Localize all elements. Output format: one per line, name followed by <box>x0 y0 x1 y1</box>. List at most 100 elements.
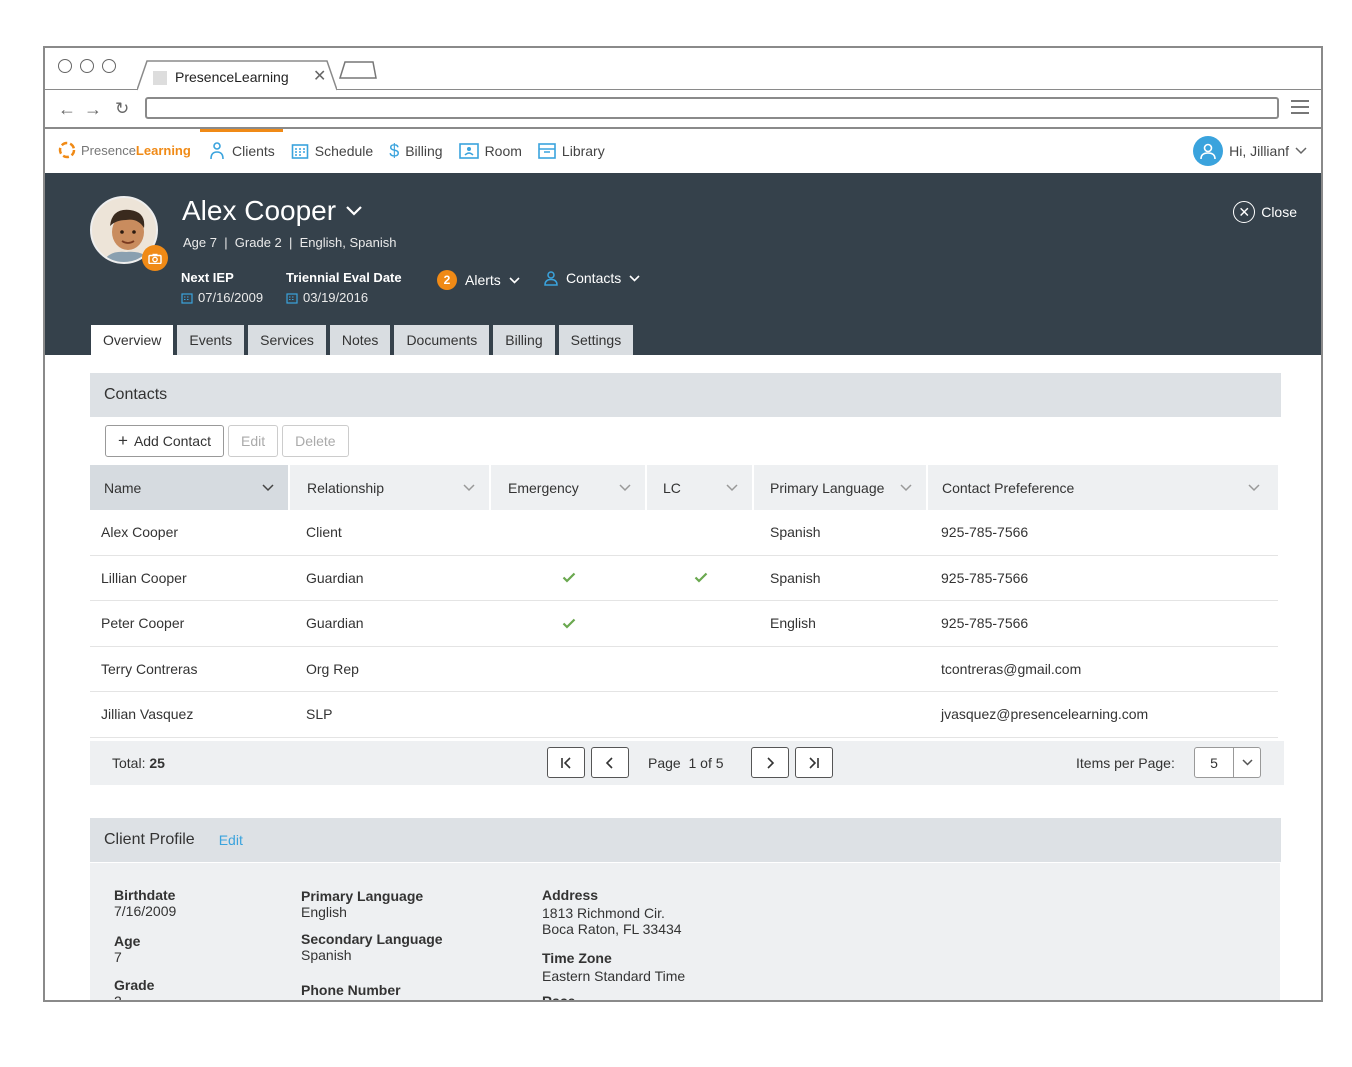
tab-billing[interactable]: Billing <box>493 325 555 355</box>
total-value: 25 <box>149 755 165 771</box>
tab-overview[interactable]: Overview <box>91 325 174 355</box>
chevron-down-icon <box>1295 147 1307 155</box>
presencelearning-logo[interactable]: Presence Learning <box>57 140 191 160</box>
nav-clients-label: Clients <box>232 143 275 159</box>
table-row[interactable]: Jillian Vasquez SLP jvasquez@presencelearn… <box>90 692 1278 738</box>
triennial-eval-field: Triennial Eval Date 03/19/2016 <box>286 270 402 305</box>
client-name: Alex Cooper <box>182 195 337 226</box>
cell-relationship: Guardian <box>306 615 364 632</box>
avatar <box>1193 136 1224 166</box>
cell-name: Alex Cooper <box>101 524 179 541</box>
window-maximize-dot[interactable] <box>102 59 116 73</box>
app-navbar: Presence Learning Clients Schedule $ Bill… <box>45 129 1321 173</box>
edit-profile-link[interactable]: Edit <box>219 832 243 848</box>
alerts-dropdown[interactable]: 2 Alerts <box>437 270 520 290</box>
reload-icon[interactable]: ↻ <box>115 99 129 119</box>
chevron-left-icon <box>605 756 613 769</box>
browser-menu-icon[interactable] <box>1291 100 1309 118</box>
logo-text-presence: Presence <box>81 142 136 158</box>
table-row[interactable]: Terry Contreras Org Rep tcontreras@gmail.c… <box>90 647 1278 692</box>
col-lc[interactable]: LC <box>647 465 752 510</box>
logo-text-learning: Learning <box>135 142 191 158</box>
add-contact-button[interactable]: + Add Contact <box>105 425 224 457</box>
table-row[interactable]: Lillian Cooper Guardian Spanish 925-785-756… <box>90 556 1278 601</box>
col-relationship-label: Relationship <box>307 479 385 496</box>
next-page-button[interactable] <box>751 747 789 778</box>
tab-documents[interactable]: Documents <box>394 325 490 355</box>
total-count: Total: 25 <box>112 755 165 771</box>
camera-icon <box>148 253 162 264</box>
nav-clients[interactable]: Clients <box>200 129 283 173</box>
cell-contact-preference: tcontreras@gmail.com <box>941 660 1082 677</box>
chevron-down-icon <box>619 483 631 491</box>
tab-events[interactable]: Events <box>177 325 245 355</box>
url-input[interactable] <box>145 97 1279 119</box>
grade-field: Grade 2 <box>114 977 155 1000</box>
col-lc-label: LC <box>663 479 681 496</box>
close-icon: ✕ <box>1233 201 1256 223</box>
person-icon <box>544 271 558 286</box>
page-indicator: Page 1 of 5 <box>648 755 724 771</box>
timezone-value: Eastern Standard Time <box>542 968 686 984</box>
cell-contact-preference: jvasquez@presencelearning.com <box>941 706 1149 723</box>
race-field: Race <box>542 993 575 1000</box>
client-profile-title: Client Profile <box>104 831 195 848</box>
tab-notes[interactable]: Notes <box>329 325 391 355</box>
cell-contact-preference: 925-785-7566 <box>941 615 1029 632</box>
close-tab-icon[interactable]: ✕ <box>313 66 326 86</box>
change-photo-button[interactable] <box>142 245 168 271</box>
calendar-icon <box>291 144 309 159</box>
first-page-button[interactable] <box>547 747 585 778</box>
last-page-icon <box>809 756 819 769</box>
back-icon[interactable]: ← <box>58 99 76 120</box>
nav-room[interactable]: Room <box>451 129 530 173</box>
prev-page-button[interactable] <box>591 747 629 778</box>
cell-name: Peter Cooper <box>101 615 185 632</box>
cell-primary-language: Spanish <box>770 524 821 541</box>
forward-icon[interactable]: → <box>84 99 102 120</box>
chevron-down-icon <box>1248 483 1260 491</box>
favicon-icon <box>153 71 167 85</box>
client-name-dropdown[interactable]: Alex Cooper <box>182 195 362 227</box>
col-relationship[interactable]: Relationship <box>290 465 489 510</box>
primary-language-label: Primary Language <box>301 888 424 904</box>
browser-address-bar: ← → ↻ <box>45 91 1321 129</box>
new-tab-icon[interactable] <box>339 60 377 80</box>
profile-tabs: Overview Events Services Notes Documents… <box>91 325 637 355</box>
contacts-dropdown[interactable]: Contacts <box>543 270 640 286</box>
user-menu[interactable]: Hi, Jillianf <box>1193 136 1307 166</box>
table-row[interactable]: Alex Cooper Client Spanish 925-785-7566 <box>90 510 1278 556</box>
items-per-page-select[interactable]: 5 <box>1194 747 1261 778</box>
last-page-button[interactable] <box>795 747 833 778</box>
address-line2: Boca Raton, FL 33434 <box>542 921 682 937</box>
chevron-down-icon <box>629 274 640 282</box>
nav-schedule[interactable]: Schedule <box>283 129 381 173</box>
nav-schedule-label: Schedule <box>314 143 374 159</box>
delete-contact-button[interactable]: Delete <box>282 425 349 457</box>
edit-contact-button[interactable]: Edit <box>228 425 279 457</box>
nav-library[interactable]: Library <box>530 129 613 173</box>
next-iep-label: Next IEP <box>181 270 234 285</box>
phone-number-label: Phone Number <box>301 982 401 998</box>
chevron-down-icon <box>463 483 475 491</box>
browser-tab[interactable]: PresenceLearning ✕ <box>137 60 337 91</box>
grade-label: Grade <box>114 977 155 993</box>
window-minimize-dot[interactable] <box>80 59 94 73</box>
tab-services[interactable]: Services <box>248 325 326 355</box>
close-button[interactable]: ✕ Close <box>1233 201 1297 223</box>
logo-icon <box>58 141 76 159</box>
cell-relationship: SLP <box>306 706 333 723</box>
nav-billing[interactable]: $ Billing <box>381 129 450 173</box>
col-name[interactable]: Name <box>90 465 288 510</box>
col-emergency[interactable]: Emergency <box>491 465 645 510</box>
address-field: Address 1813 Richmond Cir. Boca Raton, F… <box>542 887 682 937</box>
col-contact-preference[interactable]: Contact Prefeference <box>928 465 1278 510</box>
col-primary-language[interactable]: Primary Language <box>754 465 926 510</box>
tab-settings[interactable]: Settings <box>558 325 634 355</box>
alerts-label: Alerts <box>465 272 501 288</box>
window-close-dot[interactable] <box>58 59 72 73</box>
checkmark-icon <box>694 572 707 583</box>
cell-relationship: Client <box>306 524 342 541</box>
browser-window: PresenceLearning ✕ ← → ↻ Presence Learnin… <box>43 46 1323 1002</box>
table-row[interactable]: Peter Cooper Guardian English 925-785-7566 <box>90 601 1278 647</box>
